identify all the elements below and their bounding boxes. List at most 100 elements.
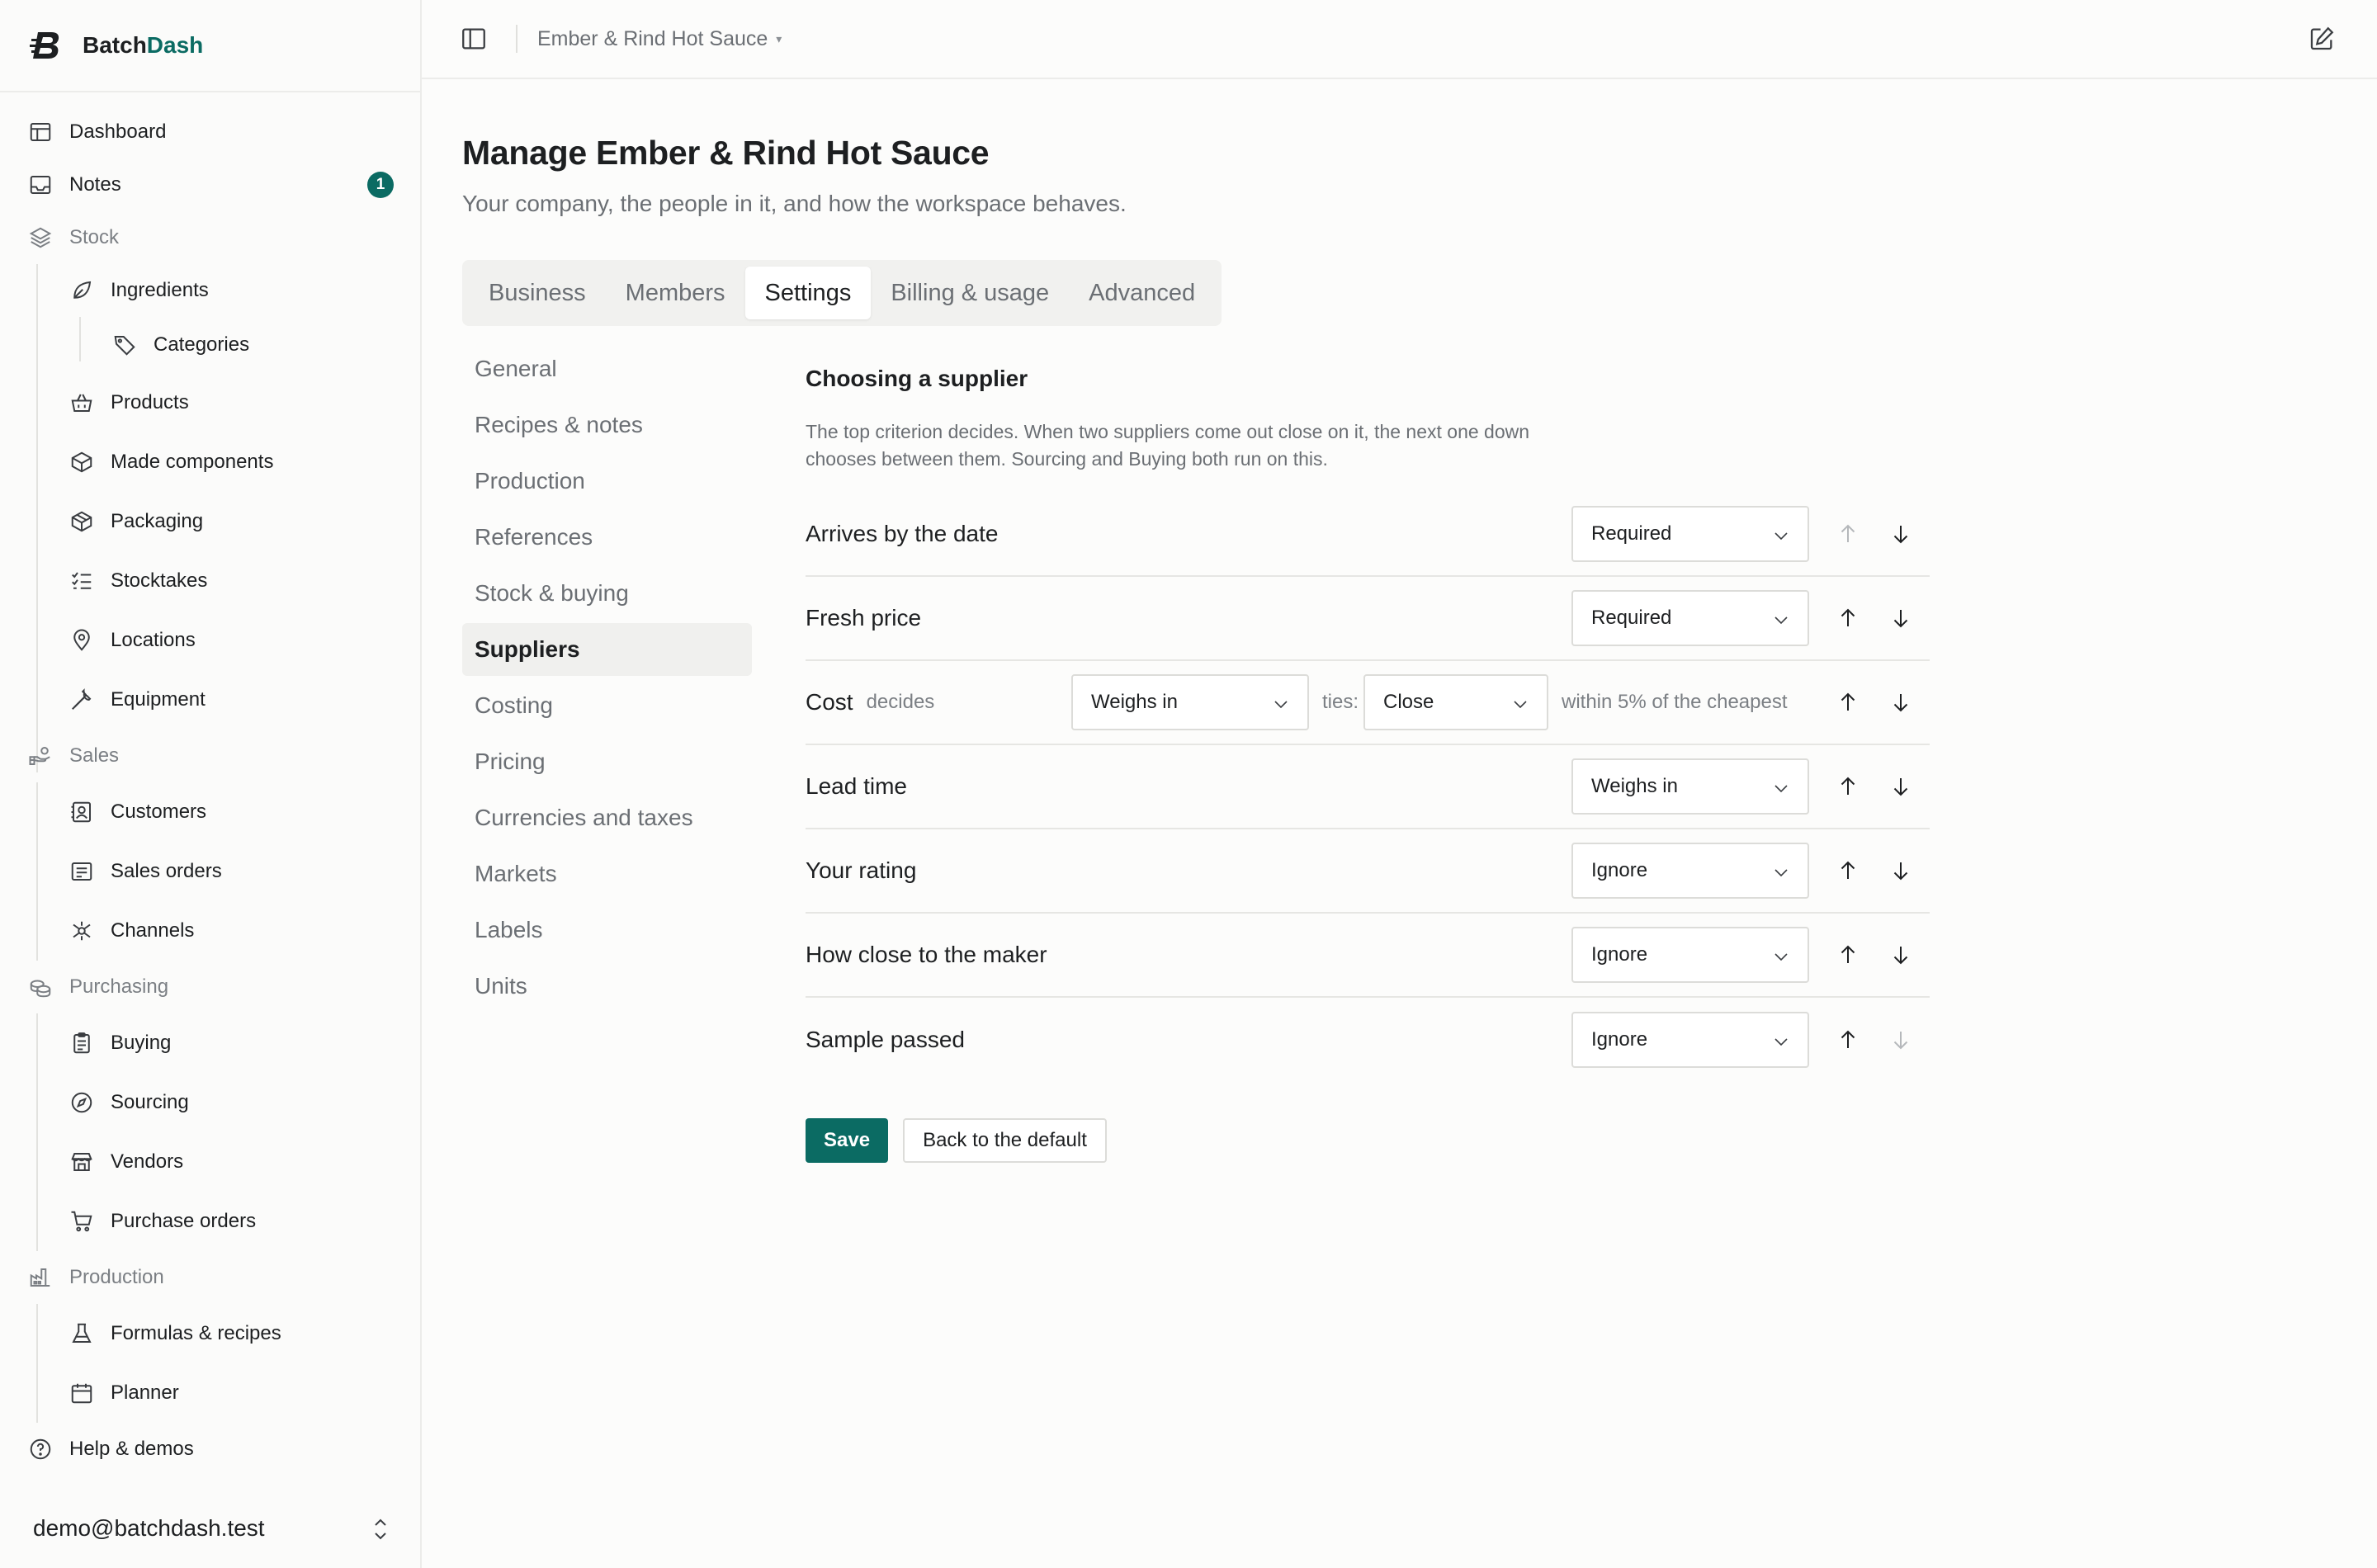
chevron-down-icon <box>1774 1038 1788 1046</box>
ties-mode-select[interactable]: Close <box>1363 674 1548 730</box>
tab-billing-usage[interactable]: Billing & usage <box>871 267 1069 319</box>
sidebar-item-sourcing[interactable]: Sourcing <box>0 1073 420 1132</box>
move-down-icon[interactable] <box>1888 858 1913 883</box>
tab-members[interactable]: Members <box>606 267 745 319</box>
sidebar-item-label: Ingredients <box>111 279 209 301</box>
sidebar-item-packaging[interactable]: Packaging <box>0 492 420 551</box>
sidebar-item-buying[interactable]: Buying <box>0 1013 420 1073</box>
subnav-references[interactable]: References <box>462 511 752 564</box>
sidebar-group-sales[interactable]: Sales <box>0 730 420 782</box>
sidebar-item-customers[interactable]: Customers <box>0 782 420 842</box>
criterion-label: Arrives by the date <box>806 521 999 546</box>
sidebar-item-vendors[interactable]: Vendors <box>0 1132 420 1192</box>
sidebar-item-label: Packaging <box>111 510 204 532</box>
move-up-icon[interactable] <box>1836 858 1860 883</box>
hand-coins-icon <box>28 744 53 768</box>
sidebar-item-label: Sourcing <box>111 1091 189 1113</box>
criteria-list: Arrives by the date Required Fresh price <box>806 493 1930 1082</box>
move-down-icon[interactable] <box>1888 774 1913 799</box>
sidebar-item-label: Buying <box>111 1032 172 1054</box>
breadcrumb[interactable]: Ember & Rind Hot Sauce ▾ <box>537 27 782 51</box>
subnav-suppliers[interactable]: Suppliers <box>462 623 752 676</box>
move-up-icon[interactable] <box>1836 774 1860 799</box>
tab-advanced[interactable]: Advanced <box>1069 267 1215 319</box>
criterion-row: Cost decides Weighs in ties: Close withi… <box>806 661 1930 745</box>
receipt-icon <box>69 859 94 884</box>
sidebar-item-dashboard[interactable]: Dashboard <box>0 106 420 158</box>
subnav-recipes-notes[interactable]: Recipes & notes <box>462 399 752 451</box>
brand[interactable]: BatchDash <box>0 0 420 92</box>
user-menu[interactable]: demo@batchdash.test <box>0 1489 420 1568</box>
move-up-icon[interactable] <box>1836 1027 1860 1052</box>
criterion-row: Lead time Weighs in <box>806 745 1930 829</box>
sidebar-item-ingredients[interactable]: Ingredients <box>0 264 420 317</box>
sidebar-item-made-components[interactable]: Made components <box>0 432 420 492</box>
sidebar-item-channels[interactable]: Channels <box>0 901 420 961</box>
basket-icon <box>69 390 94 415</box>
sidebar-item-equipment[interactable]: Equipment <box>0 670 420 730</box>
subnav-markets[interactable]: Markets <box>462 848 752 900</box>
move-down-icon[interactable] <box>1888 1027 1913 1052</box>
sidebar-item-label: Notes <box>69 173 121 196</box>
subnav-pricing[interactable]: Pricing <box>462 735 752 788</box>
edit-icon[interactable] <box>2308 25 2336 53</box>
sidebar-item-help[interactable]: Help & demos <box>0 1423 420 1476</box>
sidebar-item-formulas-recipes[interactable]: Formulas & recipes <box>0 1304 420 1363</box>
sidebar-item-sales-orders[interactable]: Sales orders <box>0 842 420 901</box>
sidebar-item-products[interactable]: Products <box>0 373 420 432</box>
reset-default-button[interactable]: Back to the default <box>903 1118 1107 1163</box>
criterion-mode-select[interactable]: Required <box>1571 506 1809 562</box>
subnav-labels[interactable]: Labels <box>462 904 752 956</box>
move-up-icon[interactable] <box>1836 606 1860 631</box>
sidebar-toggle-icon[interactable] <box>460 25 488 53</box>
subnav-stock-buying[interactable]: Stock & buying <box>462 567 752 620</box>
sidebar-item-stocktakes[interactable]: Stocktakes <box>0 551 420 611</box>
network-icon <box>69 919 94 943</box>
page-title: Manage Ember & Rind Hot Sauce <box>462 134 990 172</box>
section-heading: Choosing a supplier <box>806 366 1028 391</box>
criterion-mode-select[interactable]: Weighs in <box>1571 758 1809 815</box>
tab-business[interactable]: Business <box>469 267 606 319</box>
layout-icon <box>28 120 53 144</box>
subnav-general[interactable]: General <box>462 342 752 395</box>
user-email: demo@batchdash.test <box>33 1515 265 1541</box>
main-nav: Dashboard Notes 1 Stock Ingredients Cate… <box>0 92 420 1476</box>
sidebar-item-categories[interactable]: Categories <box>0 317 420 373</box>
move-down-icon[interactable] <box>1888 522 1913 546</box>
subnav-currencies-taxes[interactable]: Currencies and taxes <box>462 791 752 844</box>
sidebar-item-locations[interactable]: Locations <box>0 611 420 670</box>
move-up-icon[interactable] <box>1836 690 1860 715</box>
chevron-down-icon: ▾ <box>776 31 782 45</box>
criterion-label: How close to the maker <box>806 942 1047 967</box>
criterion-mode-select[interactable]: Required <box>1571 590 1809 646</box>
settings-body: General Recipes & notes Production Refer… <box>462 342 2377 1163</box>
criterion-mode-select[interactable]: Ignore <box>1571 1012 1809 1068</box>
sidebar-item-label: Channels <box>111 919 195 942</box>
tab-settings[interactable]: Settings <box>744 267 872 319</box>
move-down-icon[interactable] <box>1888 942 1913 967</box>
criterion-mode-select[interactable]: Weighs in <box>1071 674 1309 730</box>
topbar-divider <box>516 25 517 53</box>
sidebar-item-purchase-orders[interactable]: Purchase orders <box>0 1192 420 1251</box>
sidebar-group-production[interactable]: Production <box>0 1251 420 1304</box>
criterion-row: Arrives by the date Required <box>806 493 1930 577</box>
subnav-production[interactable]: Production <box>462 455 752 508</box>
criterion-mode-select[interactable]: Ignore <box>1571 843 1809 899</box>
sidebar-group-purchasing[interactable]: Purchasing <box>0 961 420 1013</box>
move-down-icon[interactable] <box>1888 690 1913 715</box>
move-up-icon[interactable] <box>1836 522 1860 546</box>
list-check-icon <box>69 569 94 593</box>
subnav-costing[interactable]: Costing <box>462 679 752 732</box>
save-button[interactable]: Save <box>806 1118 889 1163</box>
sidebar-item-notes[interactable]: Notes 1 <box>0 158 420 211</box>
move-down-icon[interactable] <box>1888 606 1913 631</box>
sidebar-item-planner[interactable]: Planner <box>0 1363 420 1423</box>
sidebar-group-stock[interactable]: Stock <box>0 211 420 264</box>
move-up-icon[interactable] <box>1836 942 1860 967</box>
criterion-mode-select[interactable]: Ignore <box>1571 927 1809 983</box>
chevron-down-icon <box>1274 701 1288 709</box>
select-value: Close <box>1383 691 1434 713</box>
subnav-units[interactable]: Units <box>462 960 752 1013</box>
sidebar-group-label: Stock <box>69 226 120 248</box>
stock-subitems: Ingredients Categories Products Made com… <box>0 264 420 772</box>
